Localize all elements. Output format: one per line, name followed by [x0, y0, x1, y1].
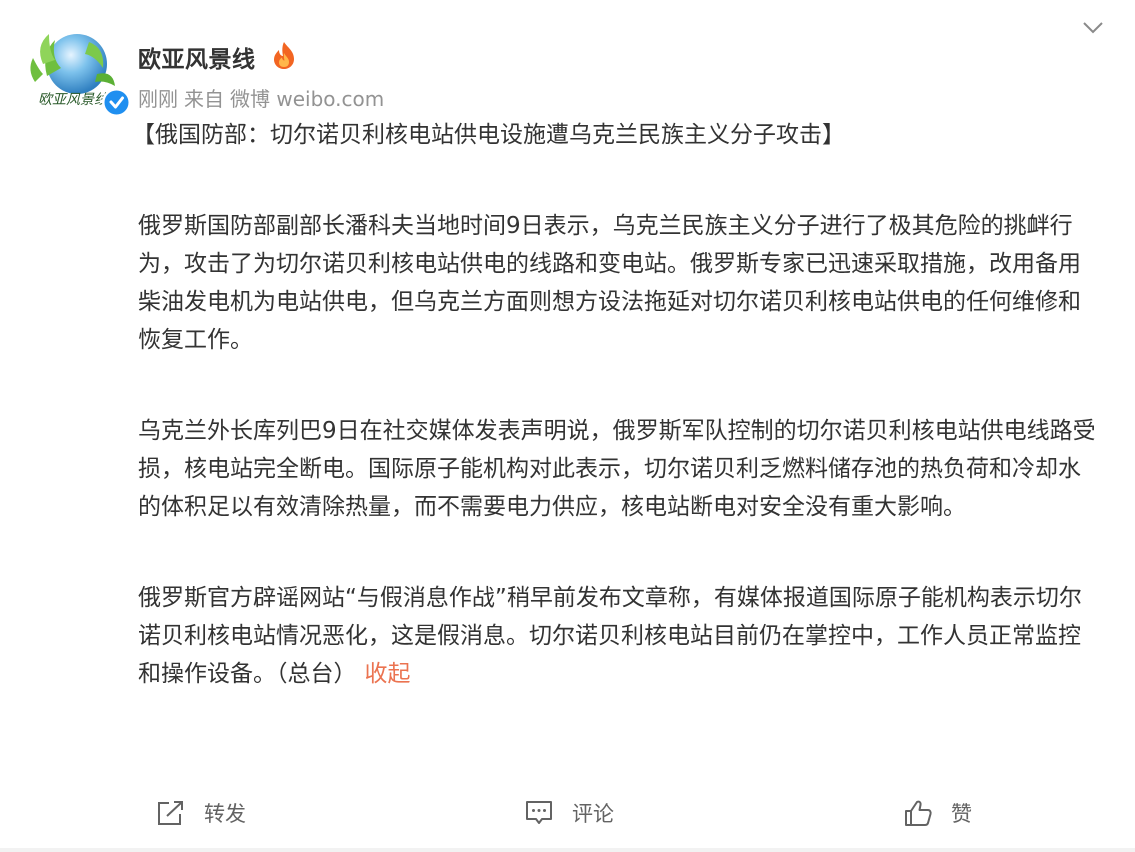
divider [0, 848, 1135, 852]
post-time[interactable]: 刚刚 [138, 87, 178, 111]
source-prefix: 来自 [184, 87, 224, 111]
author-name[interactable]: 欧亚风景线 [138, 40, 256, 74]
action-bar: 转发 评论 赞 [0, 790, 1135, 836]
chevron-down-icon[interactable] [1081, 18, 1105, 38]
comment-icon [526, 801, 552, 824]
post-paragraph-3: 俄罗斯官方辟谣网站“与假消息作战”稍早前发布文章称，有媒体报道国际原子能机构表示… [138, 579, 1098, 693]
comment-button[interactable]: 评论 [524, 790, 614, 836]
repost-label: 转发 [204, 802, 246, 826]
like-button[interactable]: 赞 [903, 790, 972, 836]
post-meta: 刚刚 来自 微博 weibo.com [138, 83, 390, 112]
post-paragraph-1: 俄罗斯国防部副部长潘科夫当地时间9日表示，乌克兰民族主义分子进行了极其危险的挑衅… [138, 213, 1081, 353]
verified-badge-icon [102, 88, 131, 117]
collapse-link[interactable]: 收起 [365, 661, 411, 687]
post-content: 【俄国防部：切尔诺贝利核电站供电设施遭乌克兰民族主义分子攻击】 俄罗斯国防部副部… [132, 116, 1098, 693]
post-source[interactable]: 微博 weibo.com [230, 87, 384, 111]
repost-button[interactable]: 转发 [156, 790, 246, 836]
post-paragraph-3-text: 俄罗斯官方辟谣网站“与假消息作战”稍早前发布文章称，有媒体报道国际原子能机构表示… [138, 585, 1082, 687]
avatar-caption: 欧亚风景线 [38, 92, 110, 108]
thumbs-up-icon [905, 800, 932, 826]
like-label: 赞 [951, 802, 972, 826]
fire-icon [270, 40, 298, 70]
weibo-post-card: 欧亚风景线 欧亚风景线 刚刚 来自 微博 weibo.com 【俄国防部：切尔诺贝利… [0, 0, 1135, 852]
post-headline: 【俄国防部：切尔诺贝利核电站供电设施遭乌克兰民族主义分子攻击】 [132, 122, 845, 148]
share-icon [158, 801, 183, 825]
comment-label: 评论 [572, 802, 614, 826]
post-paragraph-2: 乌克兰外长库列巴9日在社交媒体发表声明说，俄罗斯军队控制的切尔诺贝利核电站供电线… [138, 418, 1096, 520]
